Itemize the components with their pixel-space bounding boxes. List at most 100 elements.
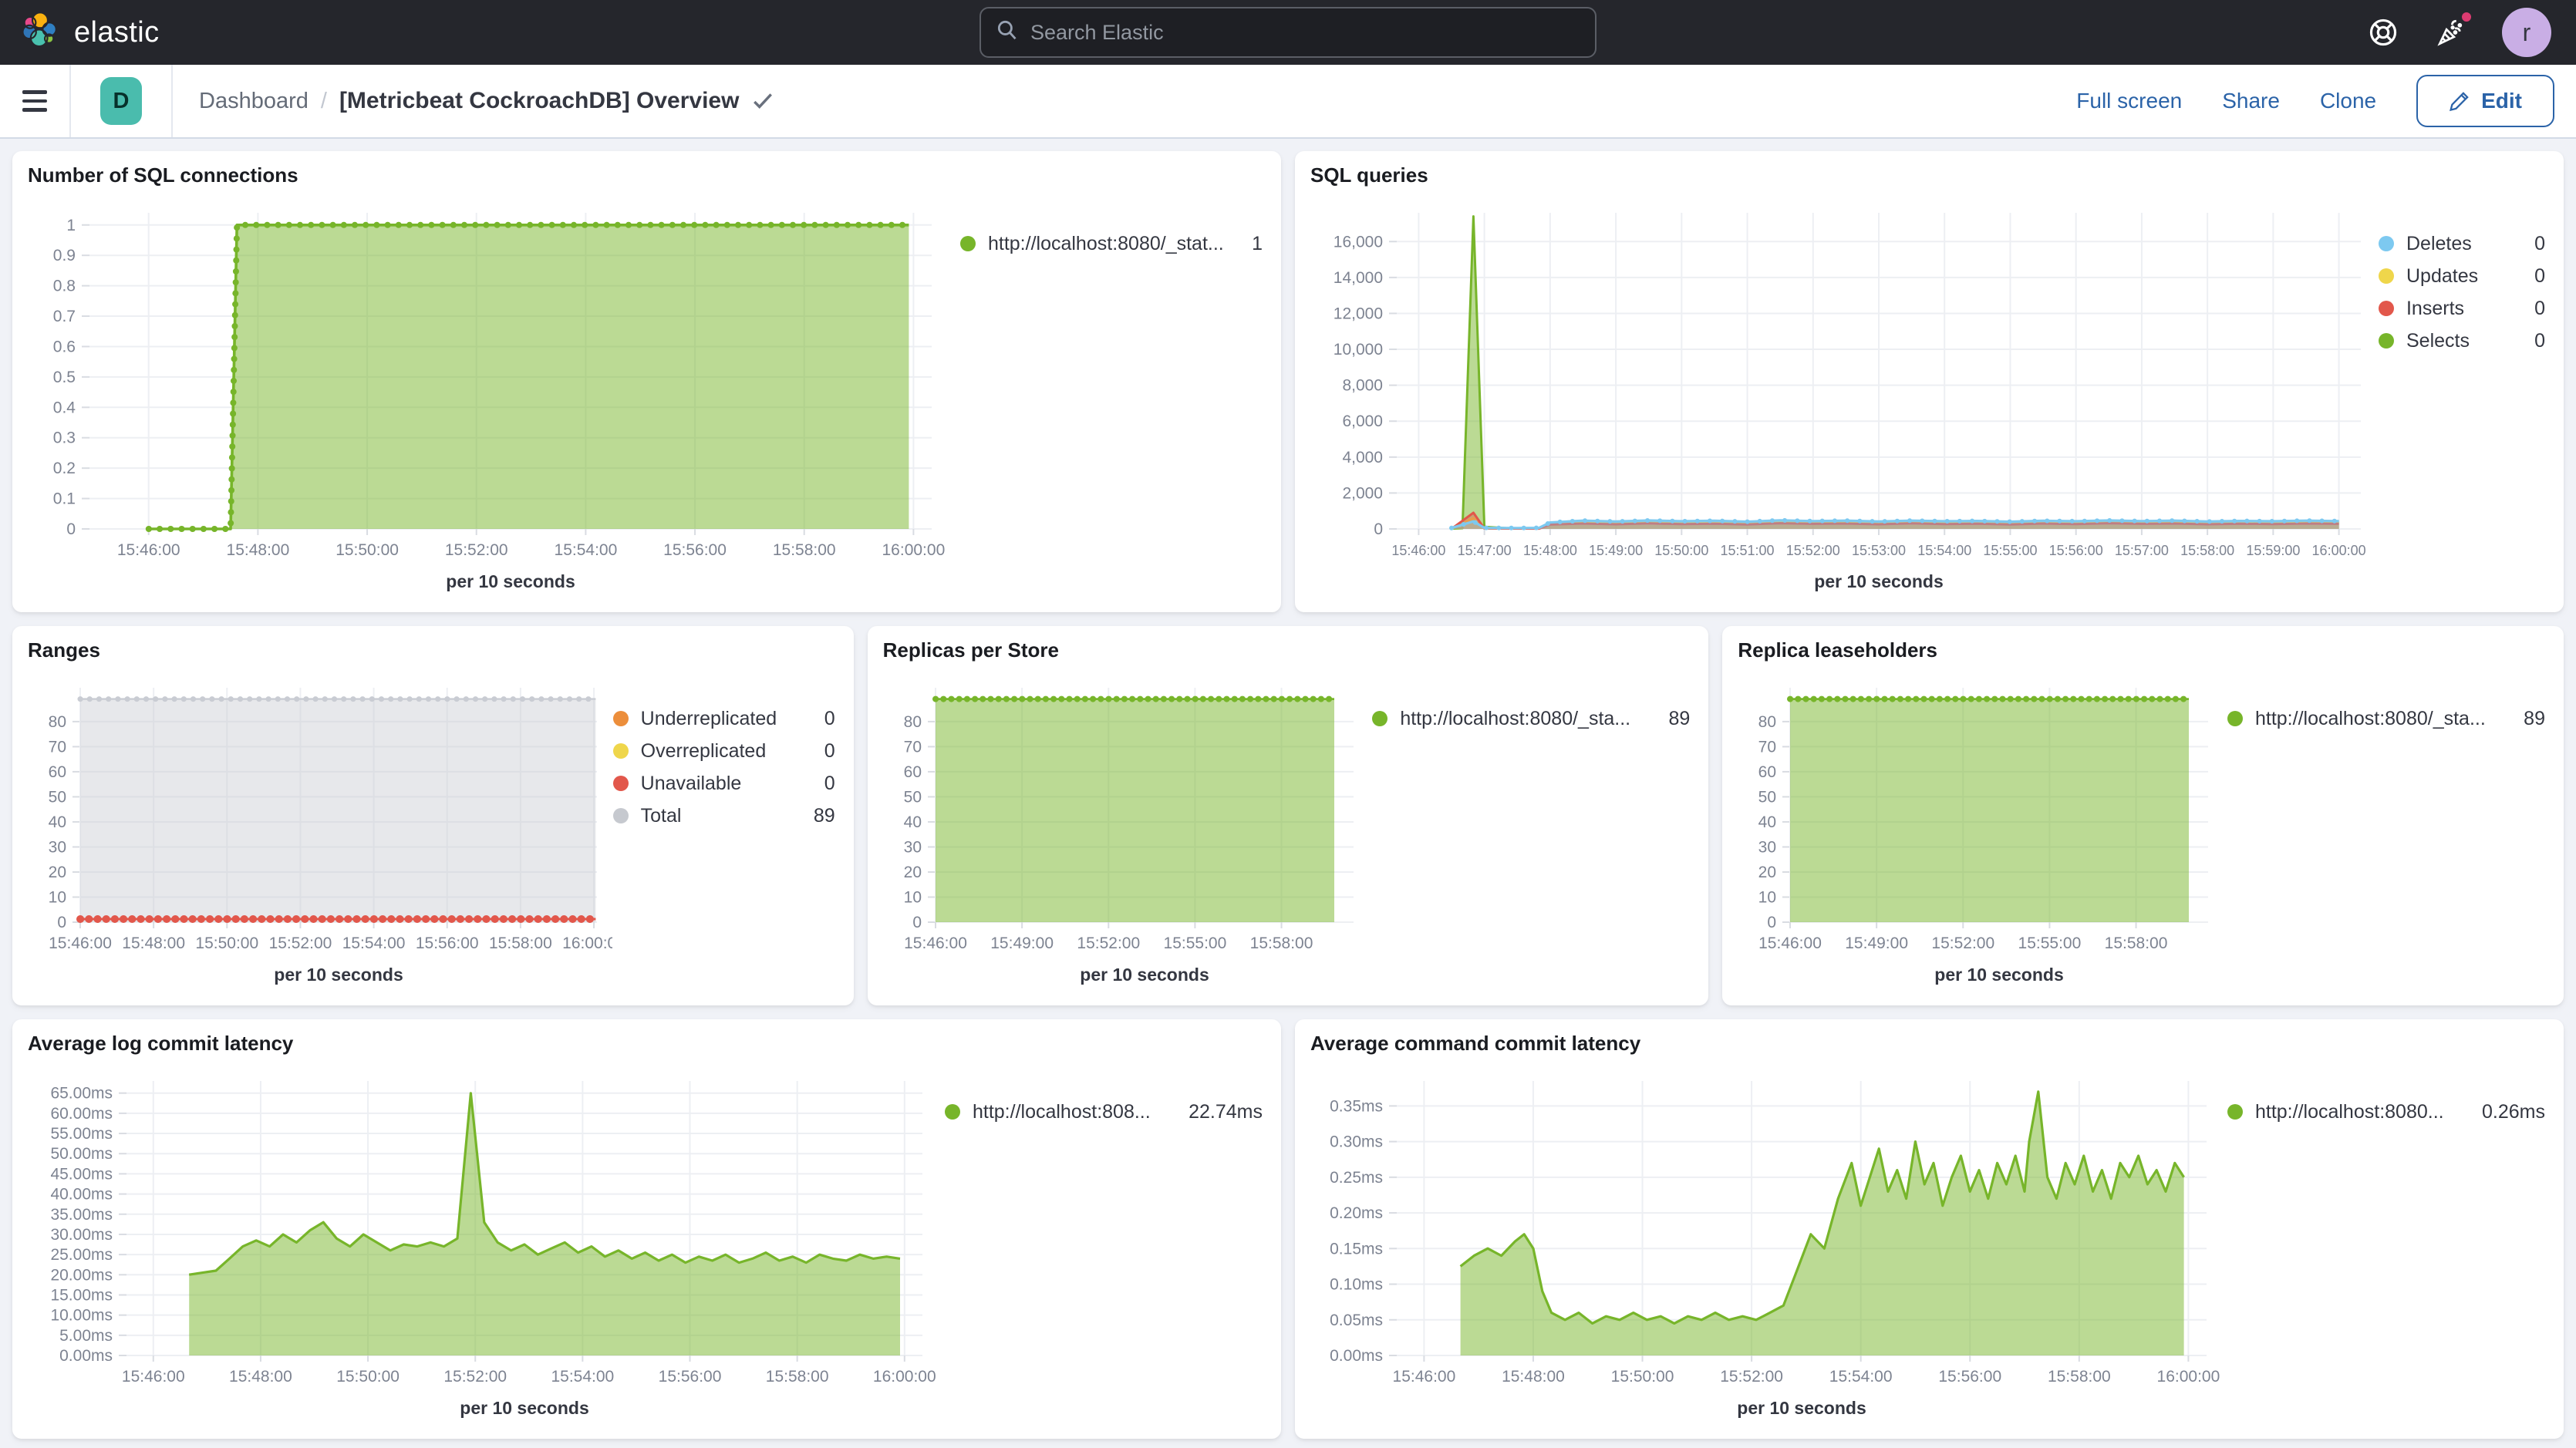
svg-text:30: 30 — [1758, 838, 1776, 856]
svg-text:6,000: 6,000 — [1342, 413, 1383, 430]
svg-text:40.00ms: 40.00ms — [50, 1186, 113, 1204]
svg-text:15:54:00: 15:54:00 — [1829, 1368, 1893, 1386]
clone-button[interactable]: Clone — [2320, 89, 2376, 113]
svg-text:15:54:00: 15:54:00 — [342, 934, 406, 952]
svg-text:16:00:00: 16:00:00 — [562, 934, 612, 952]
svg-text:0.30ms: 0.30ms — [1330, 1133, 1383, 1151]
svg-text:15:50:00: 15:50:00 — [1654, 543, 1708, 558]
elastic-brand[interactable]: elastic — [0, 9, 463, 56]
series-dot — [960, 236, 976, 251]
svg-text:15:54:00: 15:54:00 — [551, 1368, 614, 1386]
svg-text:16:00:00: 16:00:00 — [882, 541, 946, 559]
breadcrumb-dashboard-link[interactable]: Dashboard — [199, 89, 309, 114]
legend-item[interactable]: http://localhost:808... 22.74ms — [945, 1099, 1263, 1124]
svg-text:30: 30 — [49, 838, 66, 856]
legend-item[interactable]: http://localhost:8080... 0.26ms — [2227, 1099, 2545, 1124]
panel-avg-command-commit-latency: Average command commit latency 0.00ms0.0… — [1295, 1019, 2564, 1439]
svg-text:per 10 seconds: per 10 seconds — [460, 1398, 588, 1418]
svg-text:60.00ms: 60.00ms — [50, 1105, 113, 1123]
svg-text:35.00ms: 35.00ms — [50, 1206, 113, 1224]
global-search-bar[interactable] — [979, 7, 1597, 58]
legend-item[interactable]: Total 89 — [613, 803, 835, 828]
legend-item[interactable]: Selects 0 — [2379, 328, 2545, 353]
legend-item[interactable]: Inserts 0 — [2379, 296, 2545, 321]
svg-text:15:57:00: 15:57:00 — [2115, 543, 2169, 558]
svg-text:5.00ms: 5.00ms — [59, 1327, 113, 1345]
svg-text:10: 10 — [49, 888, 66, 906]
panel-title: Number of SQL connections — [28, 163, 1269, 194]
legend-item[interactable]: Deletes 0 — [2379, 231, 2545, 256]
svg-text:15:52:00: 15:52:00 — [1932, 934, 1995, 952]
news-popper-icon[interactable] — [2434, 15, 2468, 49]
panel-sql-connections: Number of SQL connections 00.10.20.30.40… — [12, 151, 1281, 612]
panel-sql-queries: SQL queries 02,0004,0006,0008,00010,0001… — [1295, 151, 2564, 612]
svg-text:15:46:00: 15:46:00 — [117, 541, 180, 559]
svg-text:15:46:00: 15:46:00 — [49, 934, 112, 952]
panel-title: SQL queries — [1310, 163, 2551, 194]
svg-text:15:56:00: 15:56:00 — [663, 541, 727, 559]
panel-title: Ranges — [28, 638, 841, 669]
legend-item[interactable]: http://localhost:8080/_sta... 89 — [1372, 706, 1690, 731]
svg-text:15:50:00: 15:50:00 — [1611, 1368, 1674, 1386]
panel-replica-leaseholders: Replica leaseholders 0102030405060708015… — [1722, 626, 2564, 1005]
svg-text:65.00ms: 65.00ms — [50, 1085, 113, 1103]
breadcrumb-separator: / — [321, 89, 327, 114]
legend-item[interactable]: http://localhost:8080/_sta... 89 — [2227, 706, 2545, 731]
title-check-icon[interactable] — [751, 91, 774, 111]
svg-text:0.1: 0.1 — [53, 490, 76, 508]
share-button[interactable]: Share — [2222, 89, 2280, 113]
svg-text:10: 10 — [903, 888, 921, 906]
series-dot — [613, 711, 629, 726]
svg-text:16:00:00: 16:00:00 — [873, 1368, 936, 1386]
edit-button[interactable]: Edit — [2416, 75, 2554, 127]
svg-text:80: 80 — [1758, 713, 1776, 731]
svg-text:per 10 seconds: per 10 seconds — [1935, 965, 2064, 985]
svg-text:80: 80 — [903, 713, 921, 731]
svg-text:25.00ms: 25.00ms — [50, 1246, 113, 1264]
legend-item[interactable]: Unavailable 0 — [613, 771, 835, 796]
series-dot — [613, 743, 629, 759]
svg-text:15:58:00: 15:58:00 — [2105, 934, 2168, 952]
full-screen-button[interactable]: Full screen — [2076, 89, 2182, 113]
legend-item[interactable]: http://localhost:8080/_stat... 1 — [960, 231, 1263, 256]
svg-text:15:58:00: 15:58:00 — [773, 541, 836, 559]
svg-text:50: 50 — [903, 788, 921, 806]
svg-text:15:48:00: 15:48:00 — [1502, 1368, 1565, 1386]
svg-text:0.6: 0.6 — [53, 338, 76, 355]
help-icon[interactable] — [2366, 15, 2400, 49]
panel-ranges: Ranges 0102030405060708015:46:0015:48:00… — [12, 626, 854, 1005]
svg-text:15:46:00: 15:46:00 — [904, 934, 967, 952]
legend: http://localhost:8080/_sta... 89 — [2227, 669, 2551, 993]
series-dot — [613, 776, 629, 791]
chart-ranges: 0102030405060708015:46:0015:48:0015:50:0… — [28, 669, 613, 993]
svg-text:20.00ms: 20.00ms — [50, 1266, 113, 1284]
panel-avg-log-commit-latency: Average log commit latency 0.00ms5.00ms1… — [12, 1019, 1281, 1439]
svg-text:per 10 seconds: per 10 seconds — [1737, 1398, 1866, 1418]
svg-text:15:56:00: 15:56:00 — [1938, 1368, 2001, 1386]
svg-text:0.05ms: 0.05ms — [1330, 1312, 1383, 1329]
svg-text:70: 70 — [903, 738, 921, 756]
search-input[interactable] — [1030, 21, 1580, 45]
svg-text:15:58:00: 15:58:00 — [489, 934, 552, 952]
dashboard-grid: Number of SQL connections 00.10.20.30.40… — [0, 139, 2576, 1448]
svg-text:20: 20 — [903, 864, 921, 881]
legend-item[interactable]: Overreplicated 0 — [613, 739, 835, 763]
svg-text:per 10 seconds: per 10 seconds — [446, 571, 575, 591]
deployment-badge[interactable]: D — [100, 77, 142, 125]
svg-text:4,000: 4,000 — [1342, 449, 1383, 466]
svg-text:0.15ms: 0.15ms — [1330, 1240, 1383, 1258]
series-dot — [2379, 333, 2394, 349]
svg-text:15:55:00: 15:55:00 — [1163, 934, 1226, 952]
menu-icon[interactable] — [0, 65, 71, 137]
chart-avg-log-commit-latency: 0.00ms5.00ms10.00ms15.00ms20.00ms25.00ms… — [28, 1062, 945, 1426]
series-dot — [613, 808, 629, 823]
legend-item[interactable]: Updates 0 — [2379, 264, 2545, 288]
legend-item[interactable]: Underreplicated 0 — [613, 706, 835, 731]
svg-text:30: 30 — [903, 838, 921, 856]
breadcrumb: Dashboard / [Metricbeat CockroachDB] Ove… — [173, 88, 774, 114]
svg-text:60: 60 — [49, 763, 66, 781]
svg-text:per 10 seconds: per 10 seconds — [1814, 571, 1943, 591]
svg-text:15:46:00: 15:46:00 — [122, 1368, 185, 1386]
user-avatar[interactable]: r — [2502, 8, 2551, 57]
top-header: elastic r — [0, 0, 2576, 65]
